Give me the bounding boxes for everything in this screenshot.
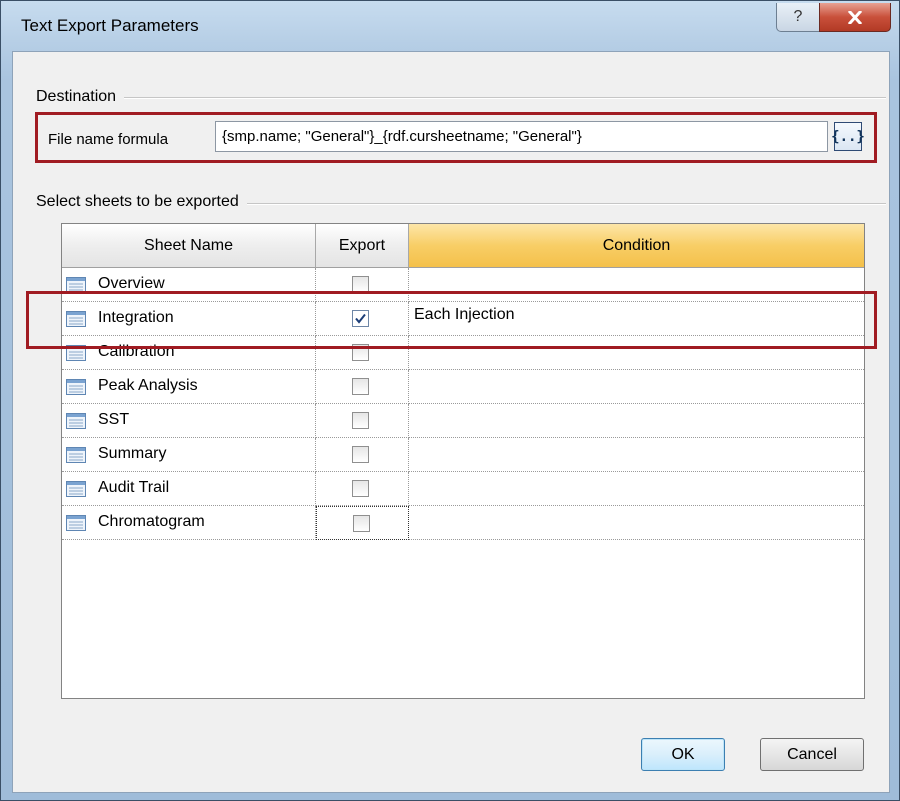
destination-group-line [36,97,886,99]
sheet-icon [66,481,86,497]
table-row[interactable]: SST [62,404,864,438]
sheet-name-label: SST [98,411,130,428]
sheet-name-cell[interactable]: Peak Analysis [62,370,316,404]
ok-button[interactable]: OK [641,738,725,771]
export-checkbox[interactable] [352,378,369,395]
condition-cell[interactable] [409,336,864,370]
table-row[interactable]: Peak Analysis [62,370,864,404]
formula-editor-button[interactable]: {..} [831,122,865,151]
sheet-icon [66,345,86,361]
sheets-caption: Select sheets to be exported [36,193,247,211]
export-cell [316,404,409,438]
sheet-name-label: Integration [98,309,174,326]
window-title: Text Export Parameters [21,16,199,35]
export-cell [316,268,409,302]
export-cell [316,506,409,540]
export-checkbox[interactable] [352,412,369,429]
export-cell [316,370,409,404]
sheet-icon [66,277,86,293]
condition-cell[interactable] [409,370,864,404]
condition-cell[interactable] [409,506,864,540]
sheet-name-label: Peak Analysis [98,377,198,394]
sheet-name-label: Calibration [98,343,175,360]
column-header-condition[interactable]: Condition [409,224,864,268]
close-button[interactable] [819,3,891,32]
table-row[interactable]: Summary [62,438,864,472]
sheet-name-label: Summary [98,445,167,462]
sheet-name-cell[interactable]: Overview [62,268,316,302]
export-checkbox[interactable] [352,310,369,327]
braces-icon: {..} [831,128,865,145]
table-row[interactable]: Calibration [62,336,864,370]
export-cell [316,302,409,336]
table-row[interactable]: Overview [62,268,864,302]
export-checkbox[interactable] [352,446,369,463]
cancel-button[interactable]: Cancel [760,738,864,771]
export-cell [316,336,409,370]
help-button[interactable]: ? [776,3,820,32]
sheet-name-label: Chromatogram [98,513,205,530]
table-row[interactable]: Chromatogram [62,506,864,540]
condition-cell[interactable] [409,438,864,472]
sheet-icon [66,413,86,429]
condition-cell[interactable] [409,472,864,506]
table-row[interactable]: Integration Each Injection [62,302,864,336]
sheet-icon [66,311,86,327]
sheet-name-cell[interactable]: Calibration [62,336,316,370]
help-icon: ? [793,8,803,25]
column-header-export[interactable]: Export [316,224,409,268]
export-checkbox[interactable] [352,480,369,497]
title-bar[interactable]: Text Export Parameters ? [1,1,899,51]
sheet-icon [66,515,86,531]
sheet-name-cell[interactable]: Summary [62,438,316,472]
sheets-grid: Sheet Name Export Condition Overview Inte… [61,223,865,699]
condition-cell[interactable] [409,404,864,438]
file-name-formula-input[interactable]: {smp.name; "General"}_{rdf.cursheetname;… [215,121,828,152]
sheet-name-label: Audit Trail [98,479,170,496]
column-header-sheet-name[interactable]: Sheet Name [62,224,316,268]
export-checkbox[interactable] [353,515,370,532]
condition-cell[interactable]: Each Injection [409,302,864,336]
export-cell [316,472,409,506]
sheet-name-cell[interactable]: Integration [62,302,316,336]
export-cell [316,438,409,472]
export-checkbox[interactable] [352,276,369,293]
sheet-name-cell[interactable]: Chromatogram [62,506,316,540]
close-icon [848,10,862,24]
condition-cell[interactable] [409,268,864,302]
file-name-formula-label: File name formula [48,131,169,148]
sheet-name-cell[interactable]: SST [62,404,316,438]
sheet-icon [66,379,86,395]
sheet-icon [66,447,86,463]
sheet-name-cell[interactable]: Audit Trail [62,472,316,506]
export-checkbox[interactable] [352,344,369,361]
table-row[interactable]: Audit Trail [62,472,864,506]
destination-caption: Destination [36,88,125,106]
sheet-name-label: Overview [98,275,165,292]
